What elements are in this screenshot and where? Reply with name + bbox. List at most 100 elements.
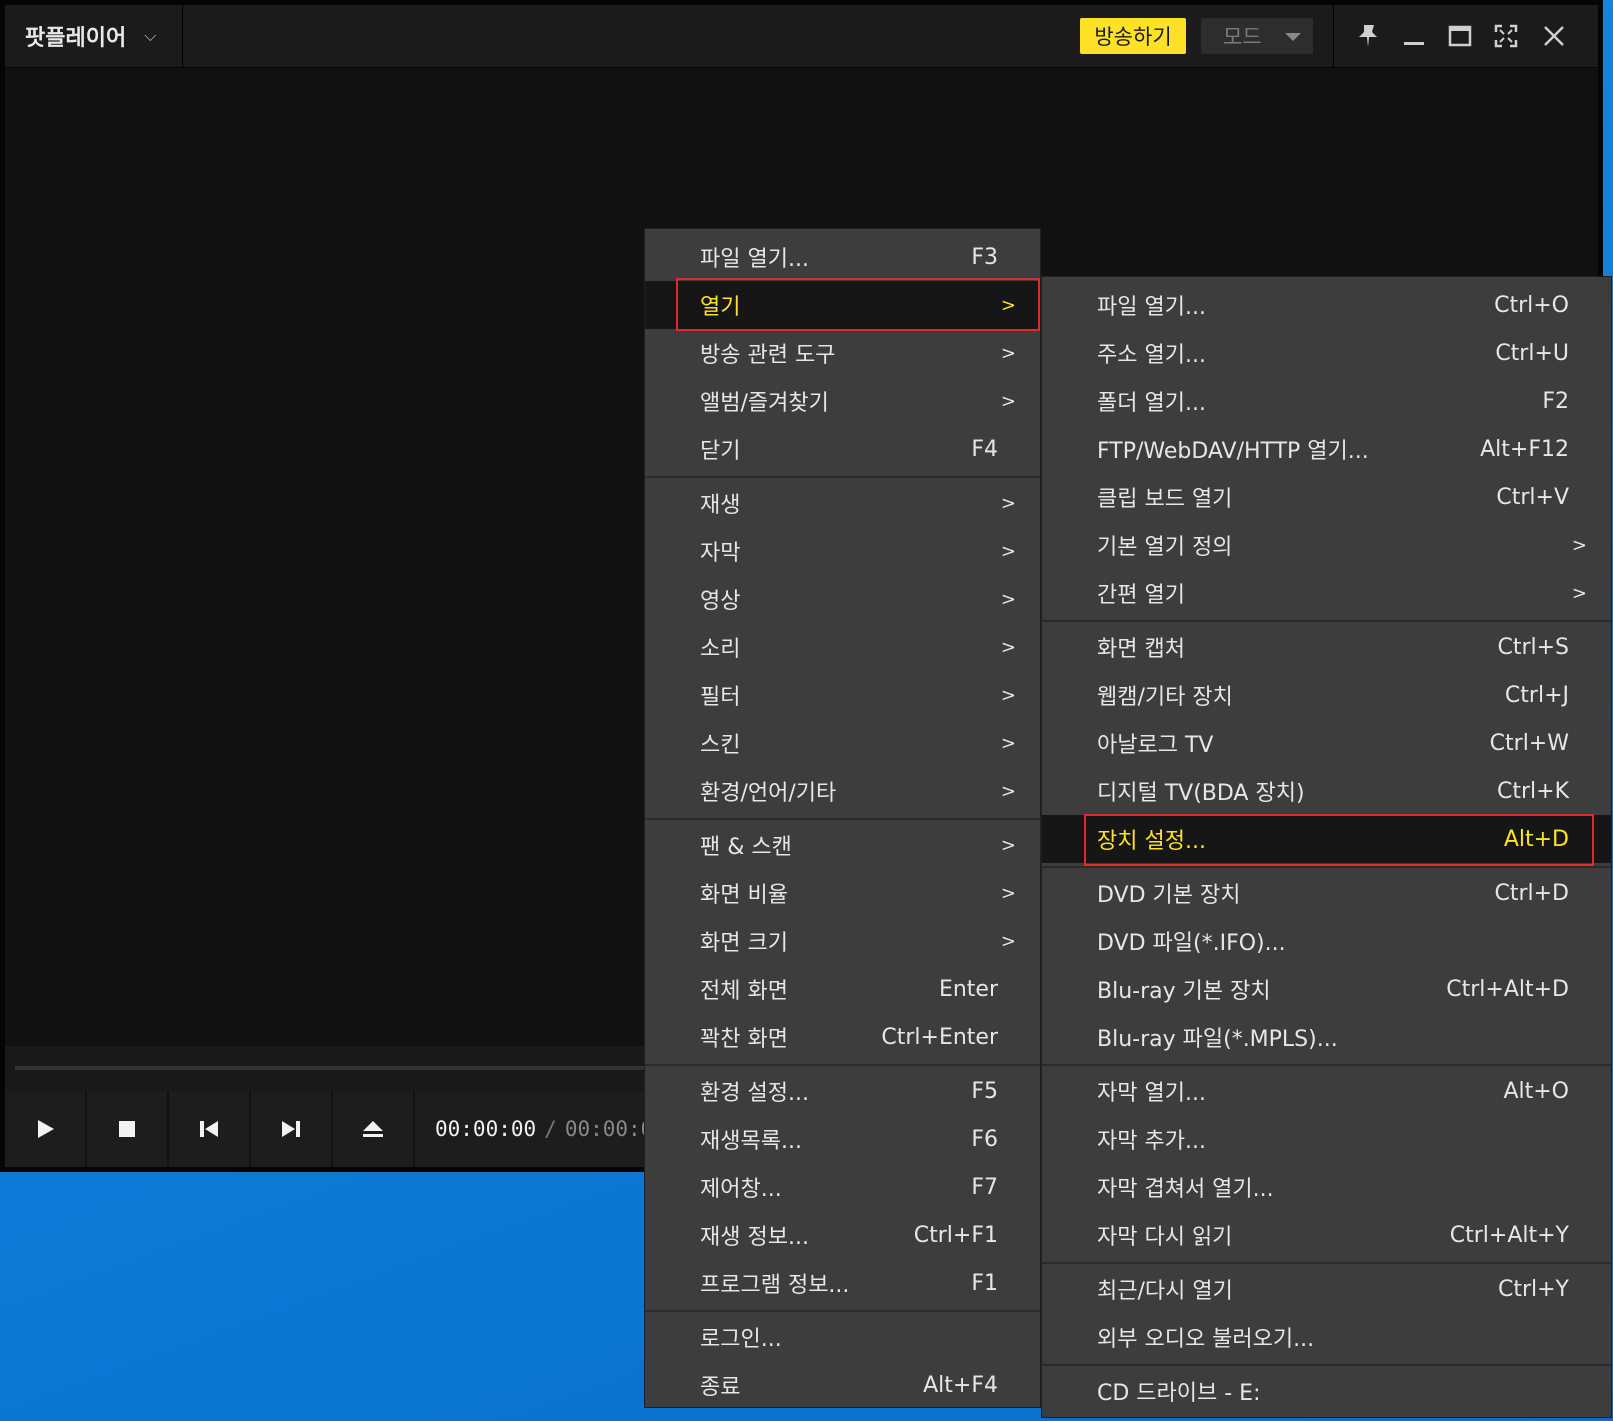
menu-item[interactable]: 필터 > [645,671,1040,719]
menu-item[interactable]: 자막 > [645,527,1040,575]
play-button[interactable] [5,1091,87,1167]
submenu-arrow-icon: > [1000,882,1016,904]
menu-item-label: 재생 정보... [700,1225,809,1250]
menu-item[interactable]: 환경/언어/기타 > [645,767,1040,815]
menu-item-label: 기본 열기 정의 [1097,535,1233,560]
menu-item[interactable]: 화면 비율 > [645,869,1040,917]
menu-item-shortcut: Ctrl+S [1497,634,1569,660]
menu-item[interactable]: 제어창... F7 [645,1163,1040,1211]
menu-item-shortcut: Ctrl+D [1494,880,1569,906]
mode-label: 모드 [1223,25,1262,49]
menu-item[interactable]: 파일 열기... F3 [645,233,1040,281]
menu-item[interactable]: CD 드라이브 - E: [1042,1367,1611,1415]
menu-item-shortcut: F3 [971,244,998,270]
menu-item[interactable]: 간편 열기 > [1042,569,1611,617]
menu-item-label: 자막 [700,541,741,566]
menu-item[interactable]: 꽉찬 화면 Ctrl+Enter [645,1013,1040,1061]
eject-icon [363,1121,383,1137]
menu-item[interactable]: DVD 기본 장치 Ctrl+D [1042,869,1611,917]
menu-item-shortcut: Alt+D [1503,826,1569,852]
menu-item[interactable]: 닫기 F4 [645,425,1040,473]
menu-item[interactable]: 자막 열기... Alt+O [1042,1067,1611,1115]
menu-item[interactable]: 재생 정보... Ctrl+F1 [645,1211,1040,1259]
menu-item-shortcut: Ctrl+U [1495,340,1569,366]
menu-item-shortcut: Alt+F4 [923,1372,998,1398]
menu-item-label: 재생목록... [700,1129,802,1154]
menu-item-label: 파일 열기... [1097,295,1206,320]
submenu-arrow-icon: > [1000,390,1016,412]
fullscreen-icon[interactable] [1492,22,1520,50]
window-controls [1333,5,1602,67]
menu-item-shortcut: Alt+F12 [1480,436,1569,462]
menu-item[interactable]: 로그인... [645,1313,1040,1361]
maximize-icon[interactable] [1446,22,1474,50]
menu-item[interactable]: 재생 > [645,479,1040,527]
menu-item-label: 제어창... [700,1177,782,1202]
menu-item-label: 재생 [700,493,741,518]
stop-button[interactable] [87,1091,169,1167]
menu-item[interactable]: 주소 열기... Ctrl+U [1042,329,1611,377]
menu-item[interactable]: 디지털 TV(BDA 장치) Ctrl+K [1042,767,1611,815]
app-menu-button[interactable]: 팟플레이어 ⌵ [5,5,183,67]
menu-item-label: 팬 & 스캔 [700,835,792,860]
menu-item[interactable]: 자막 추가... [1042,1115,1611,1163]
minimize-icon[interactable] [1400,22,1428,50]
menu-item-label: Blu-ray 파일(*.MPLS)... [1097,1027,1338,1052]
menu-item[interactable]: 스킨 > [645,719,1040,767]
pin-icon[interactable] [1354,22,1382,50]
menu-item[interactable]: 환경 설정... F5 [645,1067,1040,1115]
menu-item-label: Blu-ray 기본 장치 [1097,979,1271,1004]
menu-item[interactable]: 웹캠/기타 장치 Ctrl+J [1042,671,1611,719]
menu-item-label: 최근/다시 열기 [1097,1279,1233,1304]
menu-item[interactable]: 클립 보드 열기 Ctrl+V [1042,473,1611,521]
menu-item[interactable]: 폴더 열기... F2 [1042,377,1611,425]
menu-item[interactable]: FTP/WebDAV/HTTP 열기... Alt+F12 [1042,425,1611,473]
menu-item[interactable]: 기본 열기 정의 > [1042,521,1611,569]
menu-item-label: 소리 [700,637,741,662]
menu-item-shortcut: Ctrl+Y [1497,1276,1569,1302]
menu-item[interactable]: 소리 > [645,623,1040,671]
menu-item[interactable]: 파일 열기... Ctrl+O [1042,281,1611,329]
menu-item[interactable]: 전체 화면 Enter [645,965,1040,1013]
menu-item-label: 로그인... [700,1327,782,1352]
menu-item[interactable]: 재생목록... F6 [645,1115,1040,1163]
menu-item-label: 외부 오디오 불러오기... [1097,1327,1315,1352]
menu-item[interactable]: 자막 다시 읽기 Ctrl+Alt+Y [1042,1211,1611,1259]
menu-item[interactable]: 아날로그 TV Ctrl+W [1042,719,1611,767]
menu-item[interactable]: 외부 오디오 불러오기... [1042,1313,1611,1361]
play-icon [38,1120,54,1138]
previous-button[interactable] [169,1091,251,1167]
menu-item-label: 자막 추가... [1097,1129,1206,1154]
eject-button[interactable] [333,1091,415,1167]
menu-item[interactable]: Blu-ray 기본 장치 Ctrl+Alt+D [1042,965,1611,1013]
menu-item[interactable]: 영상 > [645,575,1040,623]
menu-item-label: 화면 크기 [700,931,788,956]
menu-item-label: 폴더 열기... [1097,391,1206,416]
menu-item[interactable]: 자막 겹쳐서 열기... [1042,1163,1611,1211]
menu-item-label: 환경 설정... [700,1081,809,1106]
menu-item-label: 웹캠/기타 장치 [1097,685,1233,710]
menu-item[interactable]: 장치 설정... Alt+D [1042,815,1611,863]
menu-item[interactable]: 종료 Alt+F4 [645,1361,1040,1409]
menu-item[interactable]: 프로그램 정보... F1 [645,1259,1040,1307]
menu-item[interactable]: 열기 > [645,281,1040,329]
menu-item-shortcut: Ctrl+Alt+Y [1449,1222,1569,1248]
menu-item[interactable]: DVD 파일(*.IFO)... [1042,917,1611,965]
menu-item[interactable]: 최근/다시 열기 Ctrl+Y [1042,1265,1611,1313]
menu-item-shortcut: Ctrl+W [1489,730,1569,756]
menu-item[interactable]: 앨범/즐겨찾기 > [645,377,1040,425]
menu-item[interactable]: 방송 관련 도구 > [645,329,1040,377]
menu-item-shortcut: Enter [938,976,998,1002]
next-button[interactable] [251,1091,333,1167]
menu-item[interactable]: 화면 캡처 Ctrl+S [1042,623,1611,671]
broadcast-button[interactable]: 방송하기 [1080,18,1186,54]
menu-item-label: 종료 [700,1375,741,1400]
menu-item[interactable]: 팬 & 스캔 > [645,821,1040,869]
menu-item-shortcut: Ctrl+O [1494,292,1569,318]
close-icon[interactable] [1540,22,1568,50]
menu-item-label: 주소 열기... [1097,343,1206,368]
menu-item[interactable]: Blu-ray 파일(*.MPLS)... [1042,1013,1611,1061]
menu-item[interactable]: 화면 크기 > [645,917,1040,965]
mode-dropdown[interactable]: 모드 [1201,18,1313,54]
menu-item-shortcut: F4 [971,436,998,462]
